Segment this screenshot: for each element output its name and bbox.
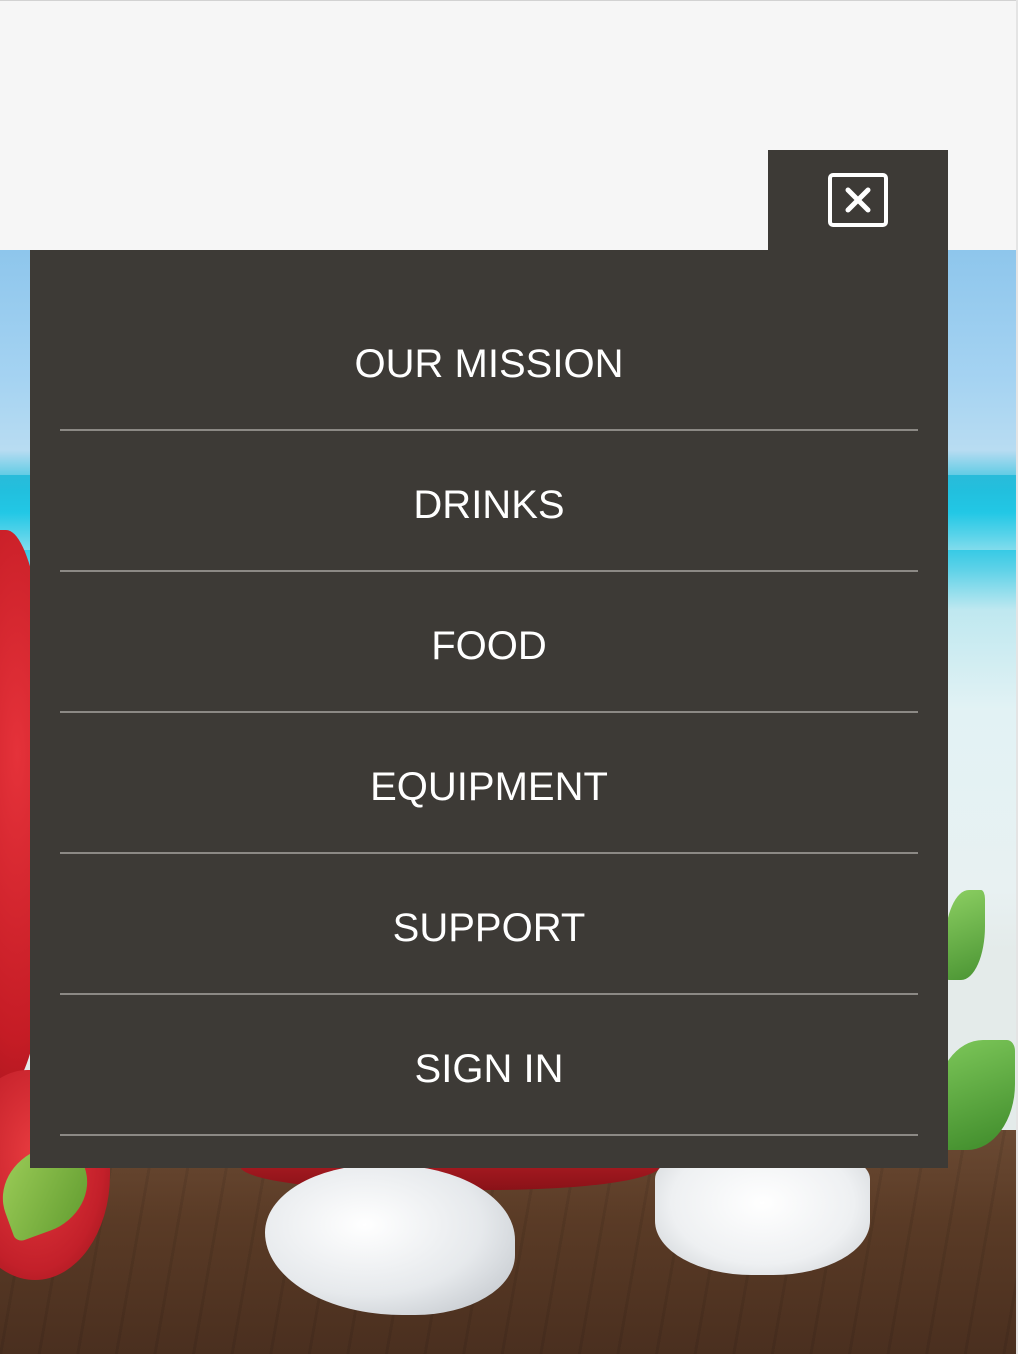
menu-item-sign-in[interactable]: SIGN IN	[60, 995, 918, 1136]
close-icon	[845, 187, 871, 213]
menu-item-equipment[interactable]: EQUIPMENT	[60, 713, 918, 854]
hero-mint-leaf	[945, 890, 985, 980]
menu-item-drinks[interactable]: DRINKS	[60, 431, 918, 572]
menu-item-our-mission[interactable]: OUR MISSION	[60, 290, 918, 431]
menu-link-food[interactable]: FOOD	[431, 626, 547, 666]
menu-list: OUR MISSION DRINKS FOOD EQUIPMENT SUPPOR…	[60, 290, 918, 1136]
page: OUR MISSION DRINKS FOOD EQUIPMENT SUPPOR…	[0, 0, 1018, 1354]
menu-link-sign-in[interactable]: SIGN IN	[415, 1049, 564, 1089]
menu-link-equipment[interactable]: EQUIPMENT	[370, 767, 608, 807]
menu-item-food[interactable]: FOOD	[60, 572, 918, 713]
menu-link-drinks[interactable]: DRINKS	[413, 485, 564, 525]
navigation-menu: OUR MISSION DRINKS FOOD EQUIPMENT SUPPOR…	[30, 250, 948, 1168]
menu-item-support[interactable]: SUPPORT	[60, 854, 918, 995]
hero-ice-cube	[655, 1155, 870, 1275]
menu-close-tab	[768, 150, 948, 250]
menu-link-our-mission[interactable]: OUR MISSION	[355, 344, 624, 384]
close-menu-button[interactable]	[828, 173, 888, 227]
menu-link-support[interactable]: SUPPORT	[393, 908, 586, 948]
